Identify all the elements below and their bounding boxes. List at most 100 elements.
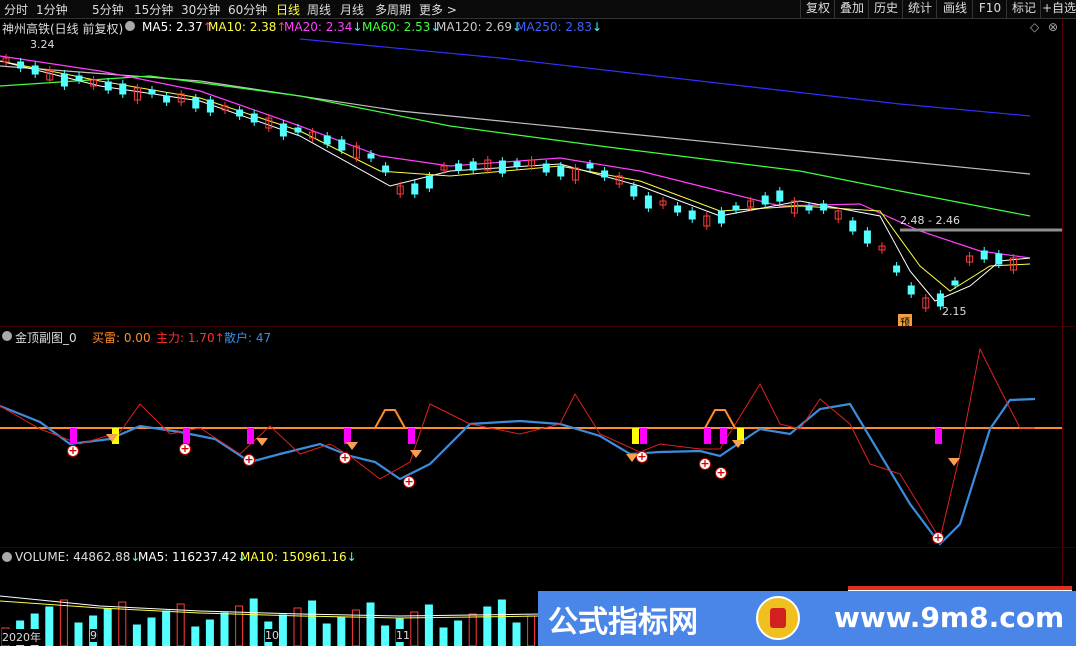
main-info-line: 神州高铁(日线 前复权) MA5: 2.37↑ MA10: 2.38↑ MA20…: [0, 20, 1076, 36]
main-kline-panel[interactable]: 3.24 2.48 - 2.46 2.15 预: [0, 36, 1062, 326]
xaxis-label-2: 10: [265, 629, 279, 642]
candle-body: [31, 65, 39, 75]
sub-dropdown-icon[interactable]: [2, 331, 12, 341]
candle-body: [323, 135, 331, 145]
ma5-line: [0, 60, 1031, 302]
sell-signal-icon: [410, 450, 422, 458]
candle-body: [674, 205, 682, 213]
period-tab-3[interactable]: 15分钟: [134, 1, 173, 18]
period-tab-1[interactable]: 1分钟: [36, 1, 68, 18]
candle-body: [805, 205, 813, 211]
volume-bar: [468, 613, 477, 646]
candle-body: [104, 81, 112, 91]
candle-body: [367, 153, 375, 159]
tool-button-huaxian[interactable]: 画线: [936, 0, 973, 18]
candle-body: [382, 165, 390, 173]
period-tab-4[interactable]: 30分钟: [181, 1, 220, 18]
watermark-name: 公式指标网: [548, 605, 698, 640]
candle-body: [776, 190, 784, 202]
retail-line: [0, 347, 1035, 541]
volume-bar: [512, 622, 521, 646]
period-tab-0[interactable]: 分时: [4, 1, 28, 18]
tool-button-lishi[interactable]: 历史: [868, 0, 903, 18]
close-icon[interactable]: ⊗: [1048, 20, 1058, 34]
signal-bar: [935, 428, 942, 444]
volume-bar: [162, 610, 171, 646]
candle-body: [236, 109, 244, 117]
dropdown-icon[interactable]: [125, 21, 135, 31]
tool-button-diejia[interactable]: 叠加: [834, 0, 869, 18]
ma250-line: [299, 38, 1031, 117]
sub-info-line: 金顶副图_0 买雷: 0.00 主力: 1.70↑ 散户: 47: [0, 329, 600, 345]
buy-signal-icon: +: [932, 531, 944, 544]
candle-body: [849, 220, 857, 232]
candle-body: [542, 163, 550, 173]
period-tab-7[interactable]: 周线: [307, 1, 331, 18]
sell-signal-icon: [948, 458, 960, 466]
watermark-logo-icon: [756, 596, 800, 640]
volume-bar: [322, 623, 331, 646]
volume-bar: [74, 622, 83, 646]
stock-title[interactable]: 神州高铁(日线 前复权): [2, 20, 123, 37]
buy-signal-icon: +: [699, 457, 711, 470]
candle-body: [630, 185, 638, 197]
ma10-label: MA10: 2.38↑: [208, 20, 287, 34]
ma10-line: [0, 60, 1031, 292]
volume-bar: [439, 627, 448, 646]
volume-bar: [381, 625, 390, 646]
signal-bar: [408, 428, 415, 444]
tool-button-f10[interactable]: F10: [972, 0, 1007, 18]
volume-ma5: MA5: 116237.42↓: [138, 550, 248, 564]
period-tab-9[interactable]: 多周期: [375, 1, 411, 18]
signal-bar: [70, 428, 77, 444]
volume-bar: [454, 620, 463, 646]
volume-dropdown-icon[interactable]: [2, 552, 12, 562]
xaxis-label-0: 2020年: [2, 629, 41, 645]
candle-body: [425, 175, 433, 189]
volume-bar: [483, 606, 492, 646]
ma20-line: [0, 55, 1031, 259]
forecast-badge[interactable]: 预: [898, 314, 912, 326]
kline-chart[interactable]: [0, 36, 1062, 326]
ma120-label: MA120: 2.69↓: [436, 20, 523, 34]
candle-body: [192, 97, 200, 109]
candle-body: [557, 165, 565, 177]
buy-signal-icon: +: [243, 453, 255, 466]
candle-body: [951, 280, 959, 286]
sell-signal-icon: [346, 442, 358, 450]
volume-bar: [132, 624, 141, 646]
xaxis-label-1: 9: [90, 629, 97, 642]
candle-body: [601, 170, 609, 178]
ma20-label: MA20: 2.34↓: [284, 20, 363, 34]
period-tab-6[interactable]: 日线: [276, 1, 300, 18]
candle-body: [863, 230, 871, 244]
volume-bar: [337, 616, 346, 646]
period-tab-10[interactable]: 更多 >: [419, 1, 457, 18]
sub-indicator-panel[interactable]: + + + + + + + + +: [0, 344, 1062, 548]
buy-signal-icon: +: [339, 451, 351, 464]
volume-bar: [103, 608, 112, 646]
period-tab-2[interactable]: 5分钟: [92, 1, 124, 18]
indicator-chart[interactable]: [0, 344, 1062, 548]
tool-button-zixuan[interactable]: +自选: [1040, 0, 1076, 18]
sell-signal-icon: [106, 434, 118, 442]
ma60-line: [0, 75, 1031, 217]
candle-body: [907, 285, 915, 295]
signal-bar: [247, 428, 254, 444]
volume-bar: [147, 617, 156, 646]
tool-button-fuquan[interactable]: 复权: [800, 0, 835, 18]
volume-bar: [45, 606, 54, 646]
candle-body: [469, 161, 477, 171]
tool-button-biaoji[interactable]: 标记: [1006, 0, 1041, 18]
buy-signal-icon: +: [67, 444, 79, 457]
range-label: 2.48 - 2.46: [900, 214, 960, 227]
period-tab-5[interactable]: 60分钟: [228, 1, 267, 18]
diamond-icon[interactable]: ◇: [1030, 20, 1039, 34]
volume-bar: [278, 614, 287, 646]
candle-body: [75, 75, 83, 81]
signal-bar: [632, 428, 639, 444]
sell-signal-icon: [626, 454, 638, 462]
volume-bar: [205, 619, 214, 646]
period-tab-8[interactable]: 月线: [340, 1, 364, 18]
tool-button-tongji[interactable]: 统计: [902, 0, 937, 18]
